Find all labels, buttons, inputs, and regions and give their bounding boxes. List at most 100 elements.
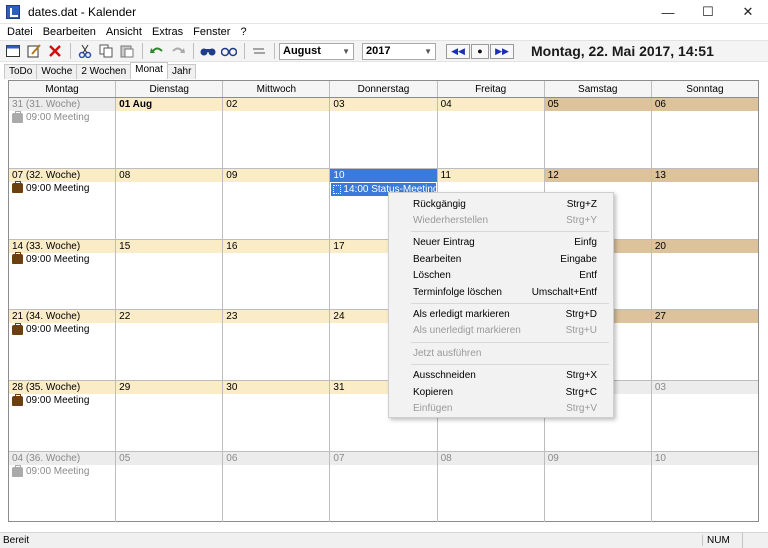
briefcase-icon <box>12 393 23 406</box>
day-cell[interactable]: 08 <box>437 452 545 522</box>
event-item[interactable]: 09:00 Meeting <box>9 181 115 195</box>
menu-item-edit[interactable]: Bearbeiten Eingabe <box>389 251 613 267</box>
month-grid: Montag Dienstag Mittwoch Donnerstag Frei… <box>8 80 759 522</box>
menu-item-copy[interactable]: Kopieren Strg+C <box>389 384 613 400</box>
day-cell[interactable]: 08 <box>116 168 224 239</box>
day-label: 01 Aug <box>116 98 223 111</box>
day-cell[interactable]: 03 <box>330 98 438 168</box>
day-cell[interactable]: 01 Aug <box>116 98 224 168</box>
undo-icon[interactable] <box>147 42 167 60</box>
day-cell[interactable]: 05 <box>116 452 224 522</box>
day-cell[interactable]: 29 <box>116 381 224 452</box>
menu-item-shortcut: Strg+V <box>566 402 597 414</box>
day-cell[interactable]: 09 <box>544 452 652 522</box>
event-item[interactable]: 09:00 Meeting <box>9 464 115 478</box>
next-month-button[interactable]: ▶▶ <box>490 43 514 59</box>
day-label: 22 <box>116 310 223 324</box>
day-cell[interactable]: 10 <box>651 452 758 522</box>
event-item[interactable]: 09:00 Meeting <box>9 393 115 407</box>
minimize-button[interactable]: — <box>648 0 688 24</box>
event-item[interactable]: 09:00 Meeting <box>9 322 115 336</box>
edit-icon[interactable] <box>24 42 44 60</box>
event-item[interactable]: 09:00 Meeting <box>9 252 115 266</box>
day-cell[interactable]: 22 <box>116 310 224 381</box>
day-cell[interactable]: 15 <box>116 239 224 310</box>
find-next-icon[interactable] <box>219 42 239 60</box>
day-cell[interactable]: 04 <box>437 98 545 168</box>
find-icon[interactable] <box>198 42 218 60</box>
day-cell[interactable]: 06 <box>223 452 331 522</box>
week-row: 04 (36. Woche) 09:00 Meeting 05 06 07 08… <box>9 452 758 522</box>
menu-item-cut[interactable]: Ausschneiden Strg+X <box>389 368 613 384</box>
day-cell[interactable]: 14 (33. Woche) 09:00 Meeting <box>9 239 117 310</box>
cut-icon[interactable] <box>75 42 95 60</box>
tab-2-wochen[interactable]: 2 Wochen <box>76 64 132 79</box>
menu-item-undo[interactable]: Rückgängig Strg+Z <box>389 196 613 212</box>
day-cell[interactable]: 05 <box>544 98 652 168</box>
weekday-wednesday: Mittwoch <box>223 81 331 97</box>
menu-item-new-entry[interactable]: Neuer Eintrag Einfg <box>389 235 613 251</box>
weekday-tuesday: Dienstag <box>116 81 224 97</box>
day-cell[interactable]: 13 <box>651 168 758 239</box>
maximize-button[interactable]: ☐ <box>688 0 728 24</box>
day-cell[interactable]: 04 (36. Woche) 09:00 Meeting <box>9 452 117 522</box>
day-cell[interactable]: 30 <box>223 381 331 452</box>
menu-item-shortcut: Strg+U <box>565 325 597 337</box>
new-entry-icon[interactable] <box>3 42 23 60</box>
day-cell[interactable]: 20 <box>651 239 758 310</box>
day-cell[interactable]: 31 (31. Woche) 09:00 Meeting <box>9 98 117 168</box>
paste-icon[interactable] <box>117 42 137 60</box>
day-label: 27 <box>651 310 758 324</box>
event-item[interactable]: 09:00 Meeting <box>9 110 115 124</box>
tab-woche[interactable]: Woche <box>36 64 78 79</box>
menu-item-delete[interactable]: Löschen Entf <box>389 268 613 284</box>
day-cell[interactable]: 07 <box>330 452 438 522</box>
day-cell[interactable]: 16 <box>223 239 331 310</box>
day-cell[interactable]: 09 <box>223 168 331 239</box>
day-cell[interactable]: 02 <box>223 98 331 168</box>
day-label: 11 <box>437 168 544 182</box>
copy-icon[interactable] <box>96 42 116 60</box>
menu-bearbeiten[interactable]: Bearbeiten <box>38 24 101 40</box>
day-label: 12 <box>544 168 651 182</box>
day-label: 07 <box>330 452 437 466</box>
today-button[interactable]: ● <box>471 43 489 59</box>
day-label: 03 <box>651 381 758 395</box>
menu-item-mark-done[interactable]: Als erledigt markieren Strg+D <box>389 306 613 322</box>
delete-icon[interactable] <box>45 42 65 60</box>
day-cell[interactable]: 21 (34. Woche) 09:00 Meeting <box>9 310 117 381</box>
tab-todo[interactable]: ToDo <box>4 64 38 79</box>
year-select[interactable]: 2017 ▼ <box>362 42 436 60</box>
day-cell[interactable]: 23 <box>223 310 331 381</box>
title-bar: dates.dat - Kalender — ☐ ✕ <box>0 0 768 24</box>
day-cell[interactable]: 06 <box>651 98 758 168</box>
redo-icon[interactable] <box>168 42 188 60</box>
menu-item-delete-series[interactable]: Terminfolge löschen Umschalt+Entf <box>389 284 613 300</box>
menu-ansicht[interactable]: Ansicht <box>101 24 147 40</box>
day-cell[interactable]: 28 (35. Woche) 09:00 Meeting <box>9 381 117 452</box>
previous-month-button[interactable]: ◀◀ <box>446 43 470 59</box>
menu-item-paste: Einfügen Strg+V <box>389 400 613 416</box>
menu-item-label: Einfügen <box>413 402 453 414</box>
menu-separator <box>411 231 609 233</box>
view-tabs: ToDo Woche 2 Wochen Monat Jahr <box>4 62 197 79</box>
swap-icon[interactable] <box>249 42 269 60</box>
tab-monat[interactable]: Monat <box>130 62 168 79</box>
menu-fenster[interactable]: Fenster <box>188 24 235 40</box>
menu-item-label: Als unerledigt markieren <box>413 325 521 337</box>
tab-jahr[interactable]: Jahr <box>166 64 197 79</box>
day-cell[interactable]: 07 (32. Woche) 09:00 Meeting <box>9 168 117 239</box>
menu-datei[interactable]: Datei <box>2 24 38 40</box>
day-label: 08 <box>116 168 223 182</box>
menu-extras[interactable]: Extras <box>147 24 188 40</box>
day-cell[interactable]: 03 <box>651 381 758 451</box>
drag-handle-icon[interactable] <box>333 184 342 194</box>
menu-item-shortcut: Entf <box>579 270 597 282</box>
month-select[interactable]: August ▼ <box>279 42 354 60</box>
close-button[interactable]: ✕ <box>728 0 768 24</box>
menu-help[interactable]: ? <box>235 24 251 40</box>
briefcase-icon <box>12 181 23 194</box>
day-cell[interactable]: 27 <box>651 310 758 380</box>
toolbar-separator <box>274 43 275 59</box>
day-label: 15 <box>116 239 223 253</box>
